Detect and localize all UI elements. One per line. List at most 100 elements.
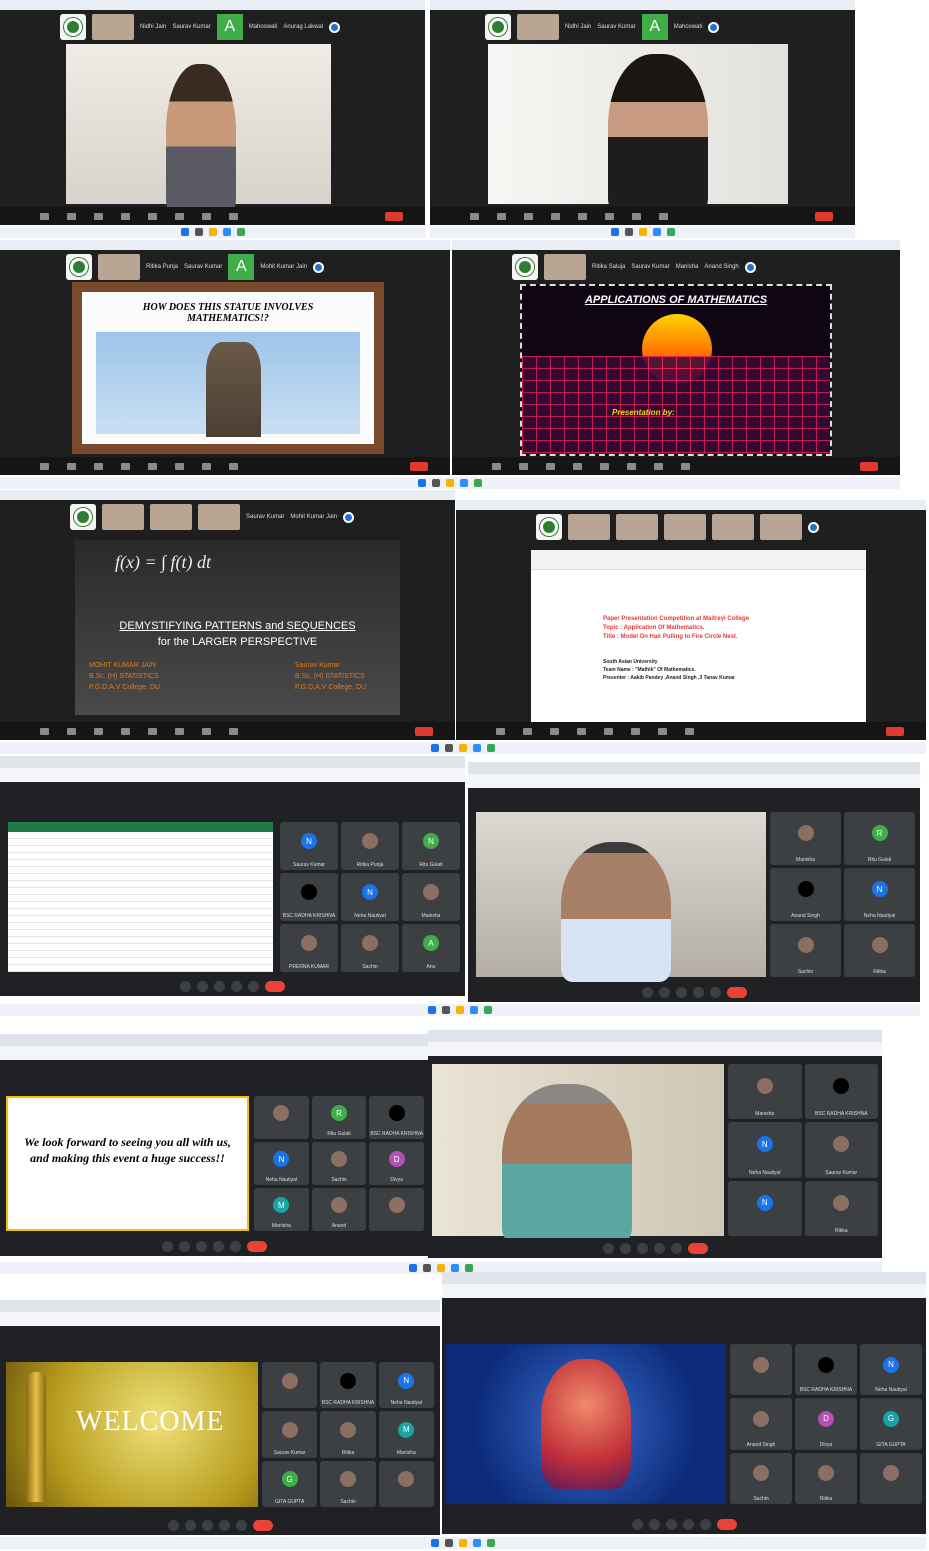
participant-tile[interactable]: Anand Singh	[730, 1398, 792, 1450]
zoom-icon[interactable]	[470, 1006, 478, 1014]
reactions-icon[interactable]	[659, 212, 668, 220]
participant-tile[interactable]: Anand Singh	[770, 868, 841, 921]
mic-icon[interactable]	[161, 1240, 173, 1252]
reactions-icon[interactable]	[229, 212, 238, 220]
chat-icon[interactable]	[148, 212, 157, 220]
folder-icon[interactable]	[459, 744, 467, 752]
mute-icon[interactable]	[470, 212, 479, 220]
participant-tile[interactable]: Sachin	[730, 1452, 792, 1504]
camera-icon[interactable]	[619, 1242, 631, 1254]
participants-icon[interactable]	[121, 727, 130, 735]
participant-tile[interactable]: Sachin	[770, 924, 841, 977]
record-icon[interactable]	[658, 727, 667, 735]
chat-icon[interactable]	[600, 462, 609, 470]
camera-icon[interactable]	[178, 1240, 190, 1252]
participant-tile[interactable]: N Neha Nautiyal	[254, 1142, 309, 1185]
participant-thumbnail[interactable]	[102, 504, 144, 530]
participant-tile[interactable]: G GITA GUPTA	[262, 1460, 318, 1507]
participant-tile[interactable]: N Neha Nautiyal	[341, 873, 399, 921]
participant-avatar[interactable]: A	[216, 14, 243, 40]
participant-thumbnail[interactable]	[712, 514, 754, 540]
search-icon[interactable]	[432, 479, 440, 487]
mic-icon[interactable]	[167, 1519, 179, 1531]
start-icon[interactable]	[610, 228, 619, 236]
record-icon[interactable]	[202, 727, 211, 735]
participant-avatar[interactable]: A	[228, 254, 255, 280]
participant-tile[interactable]: M Manisha	[254, 1188, 309, 1231]
share-screen-icon[interactable]	[175, 462, 184, 470]
participant-tile[interactable]: N	[728, 1180, 802, 1236]
participant-tile[interactable]	[730, 1344, 792, 1396]
participant-tile[interactable]: D Divya	[369, 1142, 424, 1185]
participant-thumbnail[interactable]	[760, 514, 802, 540]
record-icon[interactable]	[654, 462, 663, 470]
participant-tile[interactable]: A Anu	[402, 924, 460, 972]
end-meeting-button[interactable]	[815, 211, 833, 221]
captions-icon[interactable]	[195, 1240, 207, 1252]
participant-tile[interactable]: G GITA GUPTA	[860, 1398, 922, 1450]
present-icon[interactable]	[670, 1242, 682, 1254]
folder-icon[interactable]	[437, 1264, 445, 1272]
search-icon[interactable]	[194, 228, 203, 236]
leave-call-button[interactable]	[252, 1519, 273, 1531]
start-icon[interactable]	[428, 1006, 436, 1014]
chat-icon[interactable]	[148, 727, 157, 735]
chrome-icon[interactable]	[484, 1006, 492, 1014]
search-icon[interactable]	[624, 228, 633, 236]
share-screen-icon[interactable]	[605, 212, 614, 220]
hand-icon[interactable]	[682, 1518, 694, 1530]
mute-icon[interactable]	[40, 462, 49, 470]
participant-tile[interactable]: Ritika	[795, 1452, 857, 1504]
arrow-right-icon[interactable]	[808, 521, 819, 533]
video-icon[interactable]	[497, 212, 506, 220]
captions-icon[interactable]	[201, 1519, 213, 1531]
present-icon[interactable]	[699, 1518, 711, 1530]
reactions-icon[interactable]	[685, 727, 694, 735]
folder-icon[interactable]	[459, 1539, 467, 1547]
participant-tile[interactable]: M Manisha	[378, 1411, 434, 1458]
security-icon[interactable]	[94, 462, 103, 470]
mic-icon[interactable]	[631, 1518, 643, 1530]
record-icon[interactable]	[202, 212, 211, 220]
leave-call-button[interactable]	[726, 986, 747, 998]
participants-icon[interactable]	[121, 462, 130, 470]
search-icon[interactable]	[442, 1006, 450, 1014]
share-screen-icon[interactable]	[627, 462, 636, 470]
security-icon[interactable]	[94, 727, 103, 735]
arrow-right-icon[interactable]	[744, 261, 756, 273]
video-icon[interactable]	[67, 462, 76, 470]
zoom-icon[interactable]	[460, 479, 468, 487]
participant-tile[interactable]: Ritika	[804, 1180, 878, 1236]
start-icon[interactable]	[180, 228, 189, 236]
chrome-icon[interactable]	[487, 1539, 495, 1547]
chat-icon[interactable]	[604, 727, 613, 735]
present-icon[interactable]	[709, 986, 721, 998]
mic-icon[interactable]	[180, 980, 191, 992]
arrow-right-icon[interactable]	[708, 21, 720, 33]
mute-icon[interactable]	[40, 212, 49, 220]
end-meeting-button[interactable]	[385, 211, 403, 221]
security-icon[interactable]	[524, 212, 533, 220]
participant-thumbnail[interactable]	[92, 14, 134, 40]
arrow-right-icon[interactable]	[313, 261, 325, 273]
mic-icon[interactable]	[641, 986, 653, 998]
leave-call-button[interactable]	[265, 980, 285, 992]
end-meeting-button[interactable]	[886, 726, 904, 736]
folder-icon[interactable]	[208, 228, 217, 236]
folder-icon[interactable]	[638, 228, 647, 236]
start-icon[interactable]	[431, 1539, 439, 1547]
participants-icon[interactable]	[121, 212, 130, 220]
video-icon[interactable]	[67, 212, 76, 220]
search-icon[interactable]	[445, 744, 453, 752]
video-icon[interactable]	[519, 462, 528, 470]
zoom-icon[interactable]	[222, 228, 231, 236]
mute-icon[interactable]	[496, 727, 505, 735]
leave-call-button[interactable]	[687, 1242, 708, 1254]
zoom-icon[interactable]	[451, 1264, 459, 1272]
captions-icon[interactable]	[665, 1518, 677, 1530]
participant-thumbnail[interactable]	[98, 254, 140, 280]
video-icon[interactable]	[67, 727, 76, 735]
chrome-icon[interactable]	[474, 479, 482, 487]
search-icon[interactable]	[445, 1539, 453, 1547]
participant-tile[interactable]: PRERNA KUMAR	[280, 924, 338, 972]
